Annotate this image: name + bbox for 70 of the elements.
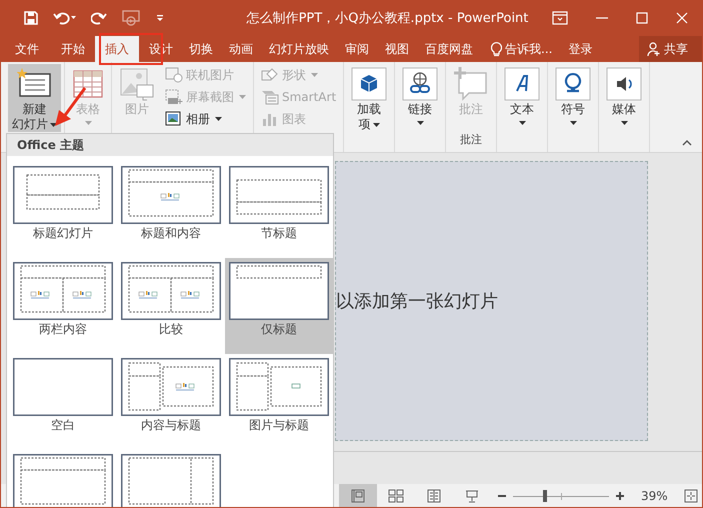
ribbon-tab[interactable]: 开始	[53, 36, 93, 62]
picture-icon	[119, 67, 155, 101]
comment-icon	[453, 67, 490, 101]
photo-album-icon	[165, 111, 183, 127]
layout-option[interactable]: 节标题	[225, 162, 333, 258]
screenshot-icon	[165, 89, 183, 105]
ribbon-button[interactable]: 链接	[398, 64, 442, 132]
window-title: 怎么制作PPT，小Q办公教程.pptx - PowerPoint	[246, 10, 530, 27]
share-button[interactable]: 共享	[639, 36, 702, 62]
cube-icon	[351, 67, 388, 101]
layout-option[interactable]: 图片与标题	[225, 354, 333, 450]
ribbon-button[interactable]: 文本	[500, 64, 544, 132]
omega-icon	[555, 67, 592, 101]
login-button[interactable]: 登录	[560, 36, 600, 62]
close-icon[interactable]	[676, 12, 688, 24]
layout-option[interactable]: 标题幻灯片	[9, 162, 117, 258]
ribbon-button[interactable]: 新建 幻灯片	[8, 64, 61, 132]
shapes-icon	[261, 67, 279, 83]
normal-view-icon	[351, 488, 365, 502]
customize-icon[interactable]	[155, 13, 165, 23]
ribbon-tab[interactable]: 审阅	[337, 36, 377, 62]
pointer-arrow	[53, 86, 87, 128]
layout-option[interactable]: 两栏内容	[9, 258, 117, 354]
fit-slide-icon[interactable]	[684, 488, 698, 502]
slide[interactable]: 以添加第一张幻灯片	[335, 161, 648, 441]
new-slide-icon	[16, 68, 52, 100]
group-label: 批注	[459, 132, 484, 148]
ribbon-tab[interactable]: 百度网盘	[417, 36, 481, 62]
projector-screen-icon	[465, 488, 479, 502]
grid-view-icon	[388, 488, 404, 502]
tell-me-button[interactable]: 告诉我...	[483, 36, 560, 62]
text-icon	[504, 67, 540, 101]
slide-placeholder: 以添加第一张幻灯片	[336, 290, 498, 313]
collapse-ribbon-icon[interactable]	[682, 139, 692, 146]
maximize-icon[interactable]	[636, 12, 648, 24]
lightbulb-icon	[491, 42, 502, 56]
layout-option[interactable]: 仅标题	[225, 258, 333, 354]
ribbon-tab[interactable]: 切换	[181, 36, 221, 62]
smartart-icon	[261, 89, 279, 105]
picture-globe-icon	[165, 67, 183, 83]
layout-option[interactable]: 标题和内容	[117, 162, 225, 258]
ribbon-display-icon[interactable]	[552, 11, 568, 25]
ribbon-button[interactable]: 媒体	[602, 64, 646, 132]
ribbon-button[interactable]: 符号	[551, 64, 596, 132]
ribbon-tab[interactable]: 幻灯片放映	[261, 36, 337, 62]
ribbon-tab[interactable]: 文件	[1, 36, 53, 62]
ribbon-button[interactable]: 加载 项	[347, 64, 392, 132]
zoom-slider-thumb[interactable]	[542, 490, 547, 502]
layout-option[interactable]: 空白	[9, 354, 117, 450]
ribbon-button[interactable]: 相册	[161, 108, 250, 130]
book-icon	[427, 488, 441, 502]
zoom-in-icon[interactable]	[615, 490, 625, 500]
save-icon[interactable]	[23, 10, 39, 26]
speaker-icon	[606, 67, 642, 101]
link-icon	[402, 67, 438, 101]
person-add-icon	[647, 42, 661, 56]
layout-option[interactable]: 比较	[117, 258, 225, 354]
highlight-frame	[99, 33, 163, 65]
view-button[interactable]	[339, 484, 377, 507]
gallery-header: Office 主题	[7, 134, 333, 156]
layout-option[interactable]: 内容与标题	[117, 354, 225, 450]
ribbon-tab[interactable]: 插入	[95, 36, 139, 62]
ribbon-tab[interactable]: 动画	[221, 36, 261, 62]
zoom-level[interactable]: 39%	[641, 488, 668, 502]
undo-icon[interactable]	[53, 10, 77, 26]
ribbon-tab[interactable]: 视图	[377, 36, 417, 62]
redo-icon[interactable]	[91, 10, 107, 26]
bar-chart-icon	[261, 111, 279, 127]
table-icon	[72, 69, 104, 99]
zoom-slider[interactable]	[513, 488, 609, 502]
